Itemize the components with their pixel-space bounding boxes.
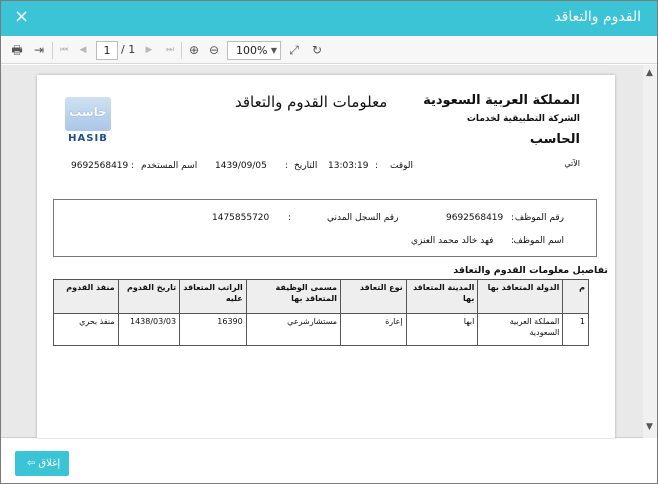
table-cell: 16390 <box>179 313 247 346</box>
user-colon: : <box>131 161 135 171</box>
report-toolbar: 🖶 ⇥ ⏮ ◀ / 1 ▶ ⏭ ⊕ ⊖ 100% ▼ ⤢ ↻ <box>1 37 657 64</box>
logo-english-text: HASIB <box>68 133 108 144</box>
first-page-icon[interactable]: ⏮ <box>57 42 71 59</box>
table-cell: المملكة العربية السعودية <box>477 313 564 346</box>
zoom-out-icon[interactable]: ⊖ <box>206 42 222 59</box>
amti-label: الآتي <box>564 159 580 168</box>
table-header-cell: نوع التعاقد <box>340 279 407 314</box>
zoom-value: 100% <box>236 44 268 57</box>
table-header-cell: الدولة المتعاقد بها <box>477 279 564 314</box>
table-header-row: م الدولة المتعاقد بها المدينة المتعاقد ب… <box>53 279 589 314</box>
table-header-cell: المدينة المتعاقد بها <box>405 279 479 314</box>
table-cell: 1 <box>562 313 589 346</box>
table-header-cell: منفذ القدوم <box>53 279 119 314</box>
scroll-up-icon[interactable]: ▲ <box>646 68 653 78</box>
date-label: التاريخ <box>294 161 318 171</box>
civil-no-colon: : <box>288 213 292 223</box>
table-header-cell: تاريخ القدوم <box>117 279 181 314</box>
date-value: 1439/09/05 <box>215 161 267 171</box>
report-page: حاسب HASIB معلومات القدوم والتعاقد الممل… <box>37 75 615 438</box>
title-bar: × القدوم والتعاقد <box>1 1 657 36</box>
export-icon[interactable]: ⇥ <box>31 42 47 59</box>
report-viewer: حاسب HASIB معلومات القدوم والتعاقد الممل… <box>1 65 657 438</box>
civil-no-value: 1475855720 <box>212 213 270 223</box>
table-row: 1 المملكة العربية السعودية ابها إعارة مس… <box>53 313 589 346</box>
print-icon[interactable]: 🖶 <box>9 42 25 59</box>
logo-arabic-text: حاسب <box>69 105 107 119</box>
time-value: 13:03:19 <box>328 161 369 171</box>
report-title: معلومات القدوم والتعاقد <box>235 93 388 111</box>
employee-no-colon: : <box>511 213 515 223</box>
employee-no-label: رقم الموظف <box>514 213 564 223</box>
employee-info-box: رقم الموظف : 9692568419 رقم السجل المدني… <box>53 199 597 257</box>
window-title: القدوم والتعاقد <box>554 9 641 25</box>
table-header-cell: الراتب المتعاقد عليه <box>179 279 247 314</box>
table-cell: مستشارشرعي <box>245 313 342 346</box>
user-label: اسم المستخدم <box>141 161 198 171</box>
refresh-icon[interactable]: ↻ <box>309 42 325 59</box>
page-total: / 1 <box>121 43 136 56</box>
prev-page-icon[interactable]: ◀ <box>77 42 89 59</box>
table-cell: منفذ بحري <box>53 313 119 346</box>
time-label: الوقت <box>390 161 414 171</box>
civil-no-label: رقم السجل المدني <box>327 213 399 223</box>
close-icon[interactable]: × <box>14 7 29 27</box>
table-header-cell: م <box>562 279 589 314</box>
dialog-window: × القدوم والتعاقد 🖶 ⇥ ⏮ ◀ / 1 ▶ ⏭ ⊕ ⊖ 10… <box>0 0 658 484</box>
exit-icon: ⇦ <box>26 458 36 469</box>
hasib-logo: حاسب HASIB <box>59 93 115 151</box>
fit-page-icon[interactable]: ⤢ <box>286 42 302 59</box>
date-colon: : <box>285 161 289 171</box>
zoom-select[interactable]: 100% ▼ <box>227 41 281 60</box>
next-page-icon[interactable]: ▶ <box>143 42 155 59</box>
table-cell: 1438/03/03 <box>117 313 181 346</box>
table-header-cell: مسمى الوظيفة المتعاقد بها <box>245 279 342 314</box>
employee-name-colon: : <box>511 236 515 246</box>
close-button-label: إغلاق <box>38 458 61 469</box>
company-subtitle: الحاسب <box>529 132 580 147</box>
close-button[interactable]: إغلاق ⇦ <box>15 451 69 476</box>
dialog-footer: إغلاق ⇦ <box>1 439 657 483</box>
section-title: تفاصيل معلومات القدوم والتعاقد <box>453 265 608 276</box>
zoom-in-icon[interactable]: ⊕ <box>186 42 202 59</box>
employee-name-value: فهد خالد محمد العنزي <box>411 236 494 246</box>
vertical-scrollbar[interactable]: ▲ ▼ <box>643 65 657 438</box>
employee-name-label: اسم الموظف <box>513 236 564 246</box>
company-name: الشركة التطبيقية لخدمات <box>466 114 580 124</box>
page-number-input[interactable] <box>96 41 118 60</box>
kingdom-name: المملكة العربية السعودية <box>423 93 580 108</box>
toolbar-divider <box>52 42 53 59</box>
chevron-down-icon: ▼ <box>270 46 277 55</box>
user-value: 9692568419 <box>71 161 129 171</box>
time-colon: : <box>375 161 379 171</box>
employee-no-value: 9692568419 <box>446 213 504 223</box>
last-page-icon[interactable]: ⏭ <box>163 42 177 59</box>
arrival-details-table: م الدولة المتعاقد بها المدينة المتعاقد ب… <box>53 279 589 346</box>
toolbar-divider <box>181 42 182 59</box>
table-cell: إعارة <box>340 313 407 346</box>
scroll-down-icon[interactable]: ▼ <box>646 422 653 432</box>
table-cell: ابها <box>405 313 479 346</box>
